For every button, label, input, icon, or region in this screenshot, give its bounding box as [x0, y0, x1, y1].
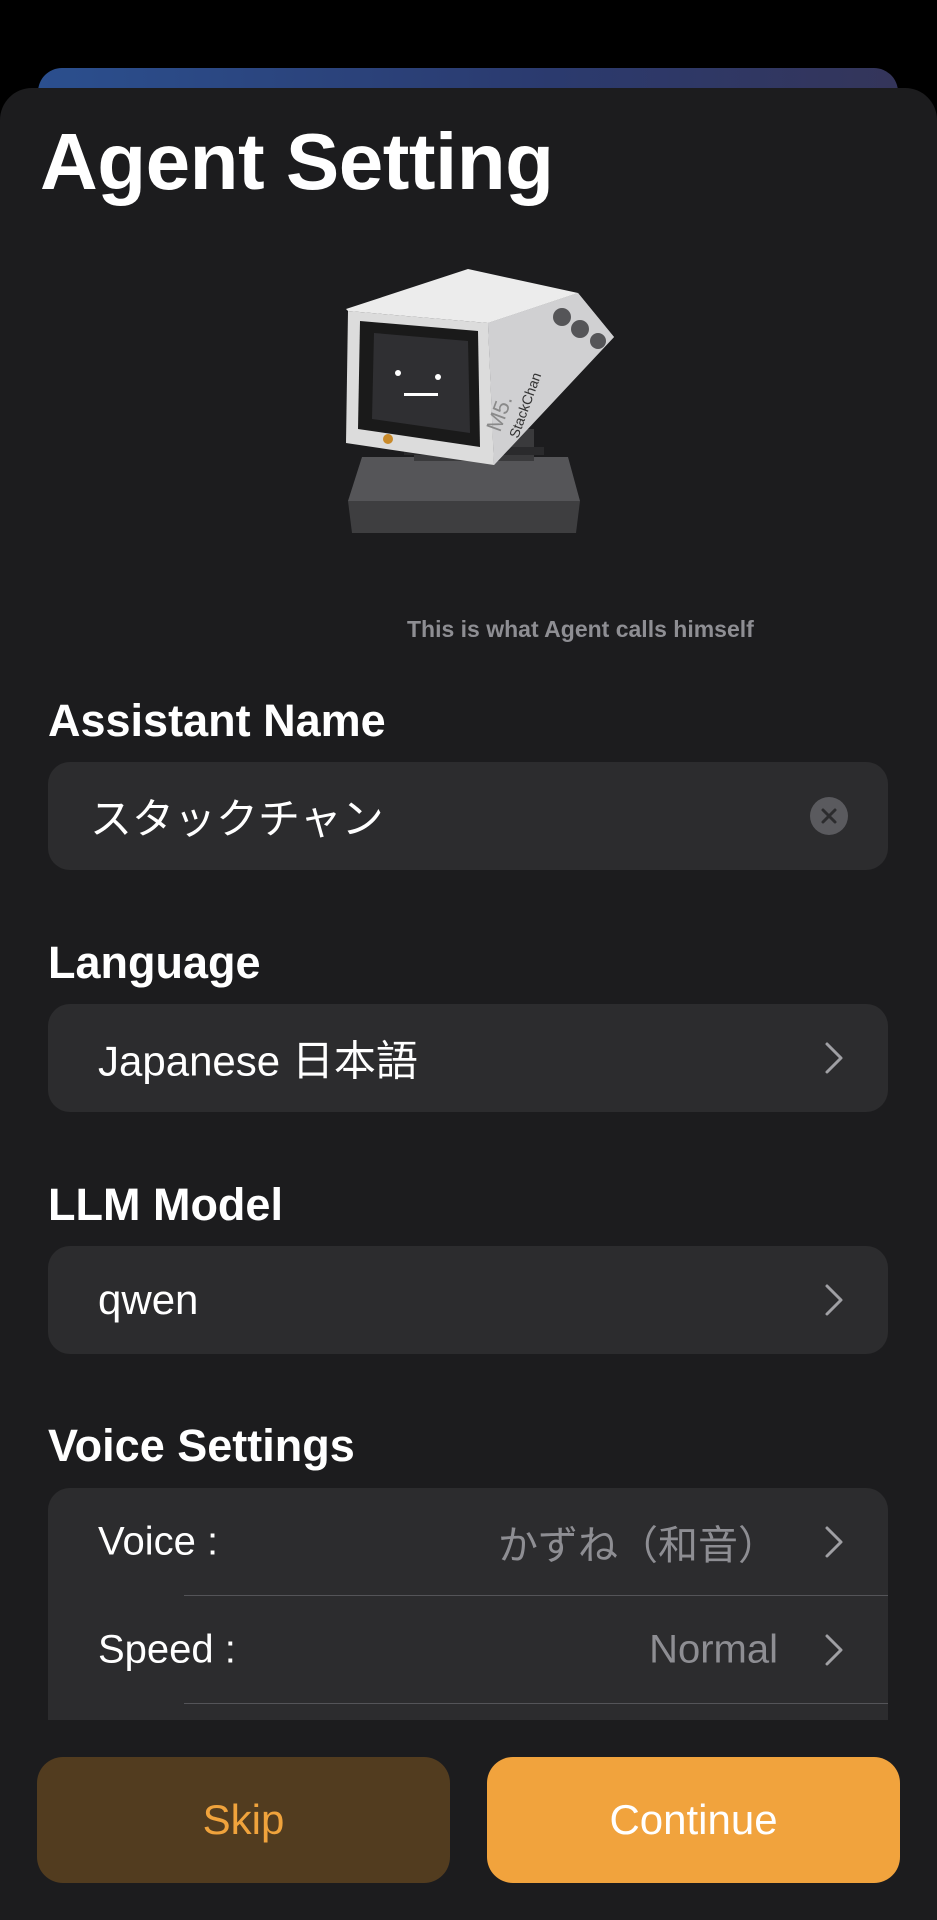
clear-icon[interactable]	[810, 797, 848, 835]
continue-button[interactable]: Continue	[487, 1757, 900, 1883]
stackchan-device-image: StackChan M5.	[346, 269, 614, 533]
voice-row-label: Voice :	[98, 1519, 219, 1564]
language-select[interactable]: Japanese 日本語	[48, 1004, 888, 1112]
skip-button[interactable]: Skip	[37, 1757, 450, 1883]
speed-row-label: Speed :	[98, 1627, 236, 1672]
chevron-right-icon	[825, 1042, 843, 1074]
chevron-right-icon	[825, 1284, 843, 1316]
row-divider	[184, 1703, 888, 1704]
voice-settings-group: Voice : かずね（和音） Speed : Normal	[48, 1488, 888, 1720]
assistant-name-hint: This is what Agent calls himself	[407, 616, 754, 642]
assistant-name-input[interactable]: スタックチャン	[48, 762, 888, 870]
voice-row-value: かずね（和音）	[498, 1524, 778, 1568]
llm-model-label: LLM Model	[48, 1179, 283, 1230]
page-title: Agent Setting	[40, 117, 554, 206]
assistant-name-value: スタックチャン	[90, 795, 384, 843]
speed-row-value: Normal	[649, 1627, 778, 1672]
assistant-name-label: Assistant Name	[48, 695, 386, 746]
speed-row[interactable]: Speed : Normal	[48, 1596, 888, 1704]
chevron-right-icon	[825, 1526, 843, 1558]
footer-actions: Skip Continue	[0, 1720, 937, 1920]
language-value: Japanese 日本語	[98, 1037, 418, 1085]
language-label: Language	[48, 937, 261, 988]
llm-model-value: qwen	[98, 1276, 199, 1323]
voice-row[interactable]: Voice : かずね（和音）	[48, 1488, 888, 1596]
voice-settings-label: Voice Settings	[48, 1420, 355, 1471]
chevron-right-icon	[825, 1634, 843, 1666]
llm-model-select[interactable]: qwen	[48, 1246, 888, 1354]
